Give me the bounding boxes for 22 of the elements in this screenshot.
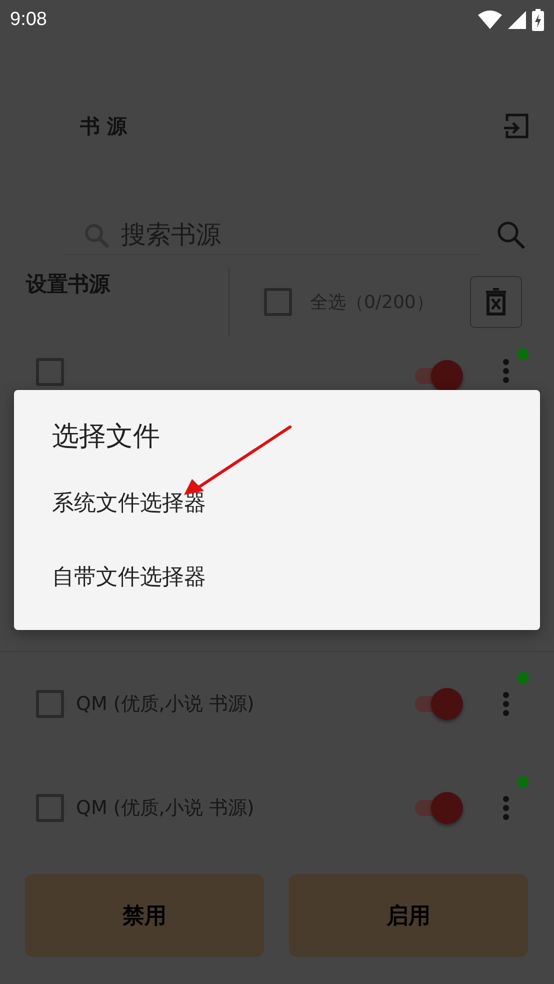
action-button[interactable]: 启用 xyxy=(289,874,528,957)
select-all-checkbox[interactable] xyxy=(264,288,292,316)
checkbox[interactable] xyxy=(36,794,64,822)
more-icon[interactable] xyxy=(502,795,510,821)
more-icon[interactable] xyxy=(502,691,510,717)
import-icon[interactable] xyxy=(502,112,530,140)
dialog-option[interactable]: 自带文件选择器 xyxy=(52,562,206,592)
delete-icon xyxy=(484,288,507,316)
search-icon[interactable] xyxy=(496,220,526,250)
toggle-switch[interactable] xyxy=(413,686,465,722)
clock: 9:08 xyxy=(10,9,47,31)
dialog-option[interactable]: 系统文件选择器 xyxy=(52,488,206,518)
more-icon[interactable] xyxy=(502,358,510,384)
signal-icon xyxy=(508,11,526,29)
checkbox[interactable] xyxy=(36,690,64,718)
action-button[interactable]: 禁用 xyxy=(25,874,264,957)
delete-button[interactable] xyxy=(470,276,522,328)
wifi-icon xyxy=(478,10,502,30)
battery-icon xyxy=(532,9,544,31)
dialog-title: 选择文件 xyxy=(52,420,161,454)
checkbox[interactable] xyxy=(36,358,64,386)
toggle-switch[interactable] xyxy=(413,790,465,826)
